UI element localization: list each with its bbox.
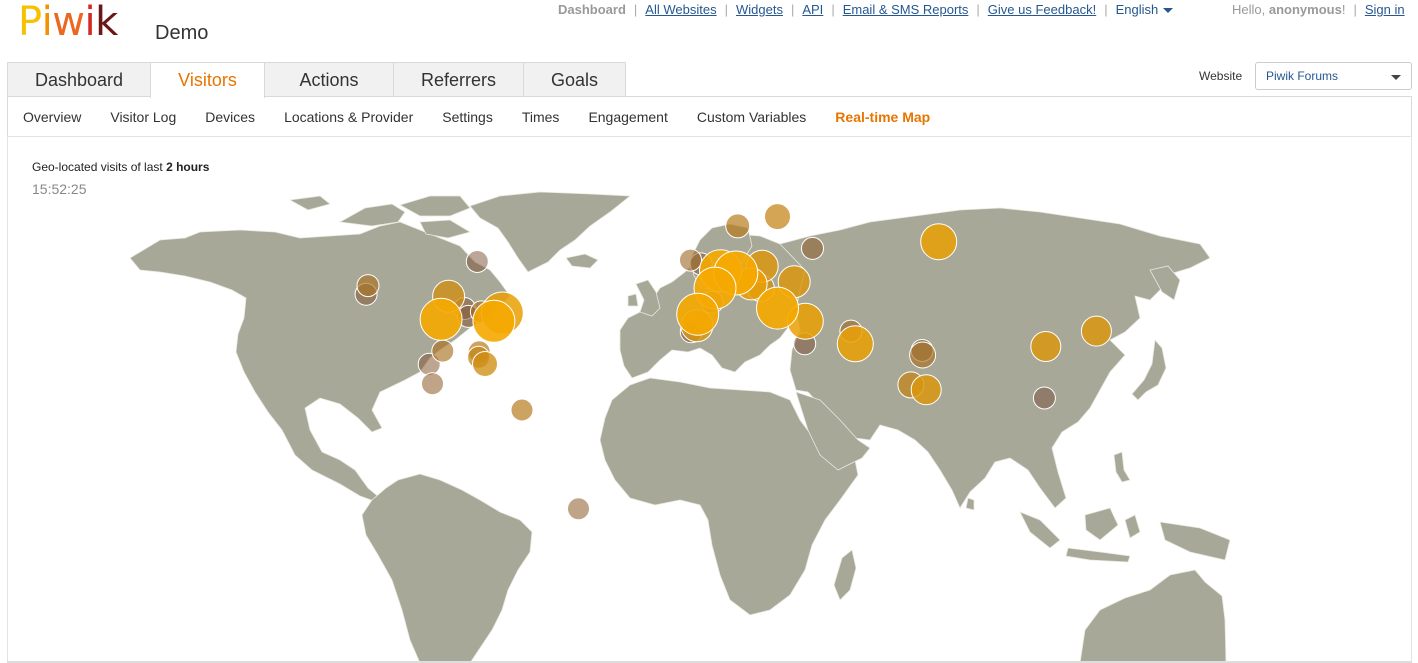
website-label: Website bbox=[1199, 69, 1243, 83]
logo-letter: w bbox=[52, 0, 85, 45]
visit-bubble[interactable] bbox=[836, 325, 874, 363]
visit-bubble[interactable] bbox=[756, 286, 799, 330]
visit-bubble[interactable] bbox=[472, 299, 516, 343]
user-navigation: Hello, anonymous! | Sign in bbox=[1232, 2, 1405, 17]
visit-bubble[interactable] bbox=[465, 250, 489, 273]
separator: | bbox=[831, 2, 835, 17]
visit-bubble[interactable] bbox=[472, 351, 498, 377]
visit-bubble[interactable] bbox=[764, 203, 791, 231]
caption-text: Geo-located visits of last bbox=[32, 160, 167, 174]
topnav-feedback-link[interactable]: Give us Feedback! bbox=[988, 2, 1096, 17]
visit-bubble[interactable] bbox=[679, 248, 702, 272]
visit-bubble[interactable] bbox=[567, 497, 590, 521]
realtime-caption: Geo-located visits of last 2 hours bbox=[32, 160, 209, 174]
tab-goals[interactable]: Goals bbox=[523, 62, 626, 97]
visit-bubble[interactable] bbox=[801, 236, 824, 260]
subnav-overview[interactable]: Overview bbox=[23, 109, 81, 125]
subnav-visitor-log[interactable]: Visitor Log bbox=[110, 109, 176, 125]
greeting-suffix: ! bbox=[1341, 2, 1346, 17]
chevron-down-icon bbox=[1163, 8, 1174, 14]
visit-bubble[interactable] bbox=[431, 339, 455, 363]
logo-letter: P bbox=[18, 0, 42, 45]
topnav-dashboard-current: Dashboard bbox=[558, 2, 626, 17]
visit-bubble[interactable] bbox=[421, 372, 444, 396]
visit-bubble[interactable] bbox=[510, 398, 534, 422]
visit-bubble[interactable] bbox=[676, 292, 720, 336]
greeting-prefix: Hello, bbox=[1232, 2, 1269, 17]
separator: | bbox=[976, 2, 980, 17]
tab-actions[interactable]: Actions bbox=[264, 62, 394, 97]
subnav-custom-variables[interactable]: Custom Variables bbox=[697, 109, 806, 125]
visit-bubble[interactable] bbox=[1032, 386, 1056, 410]
sign-in-link[interactable]: Sign in bbox=[1365, 2, 1405, 17]
subnav-devices[interactable]: Devices bbox=[205, 109, 255, 125]
piwik-logo[interactable]: Piwik bbox=[18, 0, 118, 46]
visit-bubble[interactable] bbox=[920, 223, 958, 261]
website-selector[interactable]: Piwik Forums bbox=[1255, 62, 1412, 90]
username: anonymous bbox=[1268, 2, 1342, 17]
chevron-down-icon bbox=[1391, 75, 1401, 80]
subnav-settings[interactable]: Settings bbox=[442, 109, 493, 125]
logo-letter: i bbox=[84, 0, 96, 45]
website-selected-value: Piwik Forums bbox=[1266, 69, 1339, 83]
subnav-engagement[interactable]: Engagement bbox=[588, 109, 667, 125]
content-panel bbox=[7, 136, 1412, 663]
visit-bubble[interactable] bbox=[909, 341, 937, 369]
separator: | bbox=[1353, 2, 1357, 17]
topnav-widgets-link[interactable]: Widgets bbox=[736, 2, 783, 17]
tab-dashboard[interactable]: Dashboard bbox=[7, 62, 151, 97]
separator: | bbox=[790, 2, 795, 17]
realtime-clock: 15:52:25 bbox=[32, 181, 87, 197]
language-label: English bbox=[1115, 2, 1159, 17]
caption-period: 2 hours bbox=[166, 160, 210, 174]
separator: | bbox=[1104, 2, 1108, 17]
logo-letter: k bbox=[95, 0, 118, 45]
topnav-all-websites-link[interactable]: All Websites bbox=[645, 2, 716, 17]
language-selector[interactable]: English bbox=[1116, 2, 1174, 17]
visit-bubble[interactable] bbox=[356, 274, 380, 298]
visit-bubble[interactable] bbox=[1080, 315, 1112, 347]
main-tabs: Dashboard Visitors Actions Referrers Goa… bbox=[7, 62, 626, 98]
visit-bubble[interactable] bbox=[725, 213, 751, 239]
topnav-api-link[interactable]: API bbox=[802, 2, 823, 17]
subnav-times[interactable]: Times bbox=[522, 109, 560, 125]
subnav-realtime-map[interactable]: Real-time Map bbox=[835, 109, 930, 125]
topnav-email-sms-reports-link[interactable]: Email & SMS Reports bbox=[843, 2, 969, 17]
tab-visitors[interactable]: Visitors bbox=[150, 62, 265, 98]
tab-referrers[interactable]: Referrers bbox=[393, 62, 524, 97]
sub-navigation: Overview Visitor Log Devices Locations &… bbox=[7, 96, 1412, 137]
app-subtitle: Demo bbox=[155, 22, 209, 44]
separator: | bbox=[633, 2, 638, 17]
visit-bubble[interactable] bbox=[1030, 331, 1062, 362]
subnav-locations-provider[interactable]: Locations & Provider bbox=[284, 109, 413, 125]
visit-bubble[interactable] bbox=[910, 374, 942, 406]
visit-bubble[interactable] bbox=[419, 297, 463, 341]
top-navigation: Dashboard | All Websites | Widgets | API | Email… bbox=[558, 2, 1174, 17]
logo-letter: i bbox=[41, 0, 53, 45]
separator: | bbox=[724, 2, 728, 17]
